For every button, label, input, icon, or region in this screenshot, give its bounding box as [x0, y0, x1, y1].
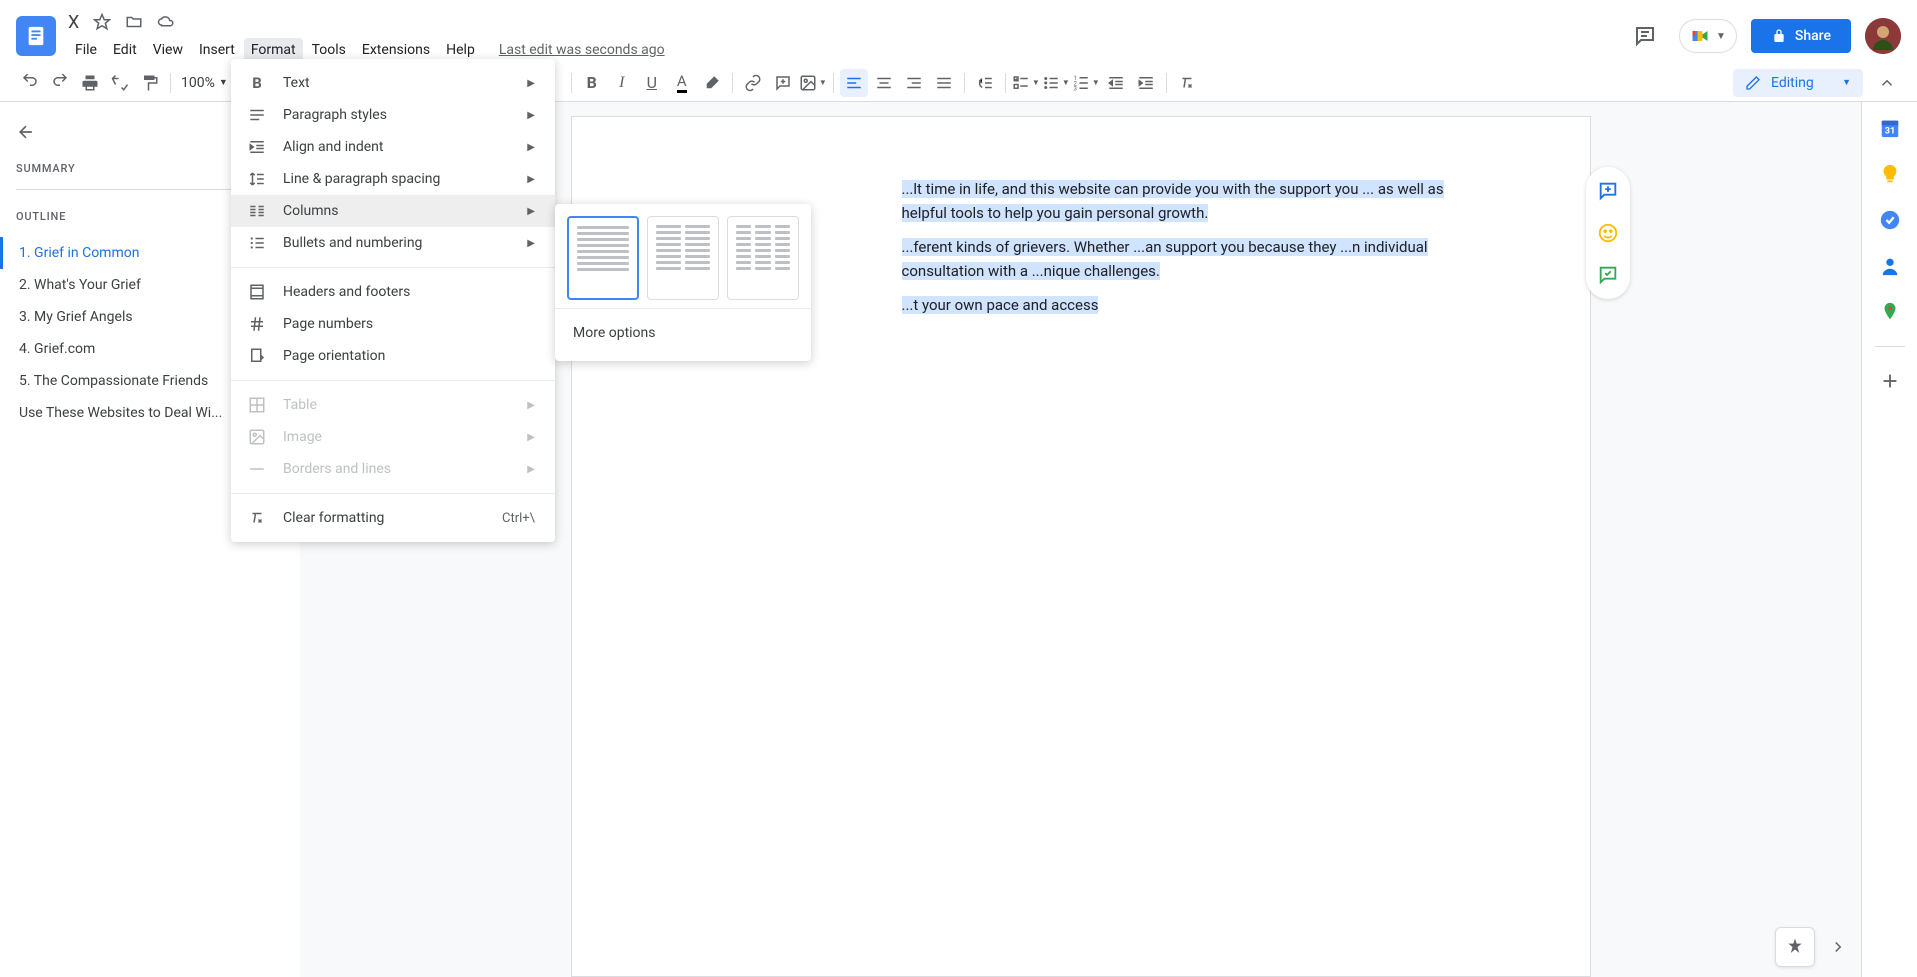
add-comment-button[interactable] [769, 69, 797, 97]
format-page-orientation-item[interactable]: Page orientation [231, 340, 555, 372]
spellcheck-button[interactable] [106, 69, 134, 97]
print-button[interactable] [76, 69, 104, 97]
document-content[interactable]: ...lt time in life, and this website can… [902, 177, 1490, 317]
align-left-button[interactable] [840, 69, 868, 97]
text-color-button[interactable]: A [668, 69, 696, 97]
highlight-button[interactable] [698, 69, 726, 97]
italic-button[interactable]: I [608, 69, 636, 97]
maps-icon[interactable] [1878, 300, 1902, 324]
side-panel: 31 [1861, 102, 1917, 977]
format-clear-formatting-item[interactable]: Clear formattingCtrl+\ [231, 502, 555, 534]
format-text-item[interactable]: BText▶ [231, 67, 555, 99]
menu-file[interactable]: File [68, 38, 104, 62]
column-option-3[interactable] [727, 216, 799, 300]
format-image-item: Image▶ [231, 421, 555, 453]
numbered-list-button[interactable]: 123▼ [1072, 69, 1100, 97]
meet-button[interactable]: ▼ [1679, 19, 1737, 53]
dropdown-arrow-icon: ▼ [1716, 31, 1726, 42]
pencil-icon [1745, 75, 1761, 91]
format-table-item: Table▶ [231, 389, 555, 421]
column-option-1[interactable] [567, 216, 639, 300]
align-justify-button[interactable] [930, 69, 958, 97]
format-align-indent-item[interactable]: Align and indent▶ [231, 131, 555, 163]
menu-edit[interactable]: Edit [106, 38, 144, 62]
bold-button[interactable]: B [578, 69, 606, 97]
comment-history-icon[interactable] [1625, 16, 1665, 56]
format-bullets-numbering-item[interactable]: Bullets and numbering▶ [231, 227, 555, 259]
keep-icon[interactable] [1878, 162, 1902, 186]
format-menu-dropdown: BText▶ Paragraph styles▶ Align and inden… [231, 59, 555, 542]
line-spacing-button[interactable] [971, 69, 999, 97]
align-center-button[interactable] [870, 69, 898, 97]
paint-format-button[interactable] [136, 69, 164, 97]
increase-indent-button[interactable] [1132, 69, 1160, 97]
floating-action-bar [1586, 167, 1630, 299]
insert-image-button[interactable]: ▼ [799, 69, 827, 97]
close-outline-button[interactable] [16, 122, 36, 142]
collapse-toolbar-button[interactable] [1873, 69, 1901, 97]
checklist-button[interactable]: ▼ [1012, 69, 1040, 97]
format-headers-footers-item[interactable]: Headers and footers [231, 276, 555, 308]
format-line-spacing-item[interactable]: Line & paragraph spacing▶ [231, 163, 555, 195]
format-page-numbers-item[interactable]: Page numbers [231, 308, 555, 340]
bulleted-list-button[interactable]: ▼ [1042, 69, 1070, 97]
account-avatar[interactable] [1865, 18, 1901, 54]
align-right-button[interactable] [900, 69, 928, 97]
svg-text:31: 31 [1884, 127, 1895, 137]
svg-text:3: 3 [1073, 85, 1076, 92]
add-comment-bubble-button[interactable] [1594, 177, 1622, 205]
meet-icon [1690, 26, 1710, 46]
redo-button[interactable] [46, 69, 74, 97]
lock-icon [1771, 28, 1787, 44]
move-icon[interactable] [125, 13, 143, 31]
format-paragraph-styles-item[interactable]: Paragraph styles▶ [231, 99, 555, 131]
cloud-status-icon[interactable] [157, 13, 175, 31]
undo-button[interactable] [16, 69, 44, 97]
menu-view[interactable]: View [146, 38, 190, 62]
calendar-icon[interactable]: 31 [1878, 116, 1902, 140]
docs-logo-icon[interactable] [16, 16, 56, 56]
insert-link-button[interactable] [739, 69, 767, 97]
format-columns-item[interactable]: Columns▶ [231, 195, 555, 227]
column-option-2[interactable] [647, 216, 719, 300]
columns-submenu: More options [555, 204, 811, 361]
decrease-indent-button[interactable] [1102, 69, 1130, 97]
editing-mode-button[interactable]: Editing ▼ [1733, 69, 1863, 97]
emoji-reaction-button[interactable] [1594, 219, 1622, 247]
doc-title[interactable]: X [68, 12, 79, 33]
contacts-icon[interactable] [1878, 254, 1902, 278]
format-borders-lines-item: Borders and lines▶ [231, 453, 555, 485]
header: X File Edit View Insert Format Tools Ext… [0, 0, 1917, 64]
star-icon[interactable] [93, 13, 111, 31]
tasks-icon[interactable] [1878, 208, 1902, 232]
underline-button[interactable]: U [638, 69, 666, 97]
suggest-edits-button[interactable] [1594, 261, 1622, 289]
clear-formatting-button[interactable] [1173, 69, 1201, 97]
explore-button[interactable] [1775, 927, 1815, 967]
add-addon-icon[interactable] [1878, 369, 1902, 393]
hide-side-panel-button[interactable] [1829, 938, 1847, 956]
zoom-selector[interactable]: 100%▼ [177, 75, 232, 91]
share-button[interactable]: Share [1751, 19, 1851, 53]
columns-more-options[interactable]: More options [567, 317, 799, 349]
